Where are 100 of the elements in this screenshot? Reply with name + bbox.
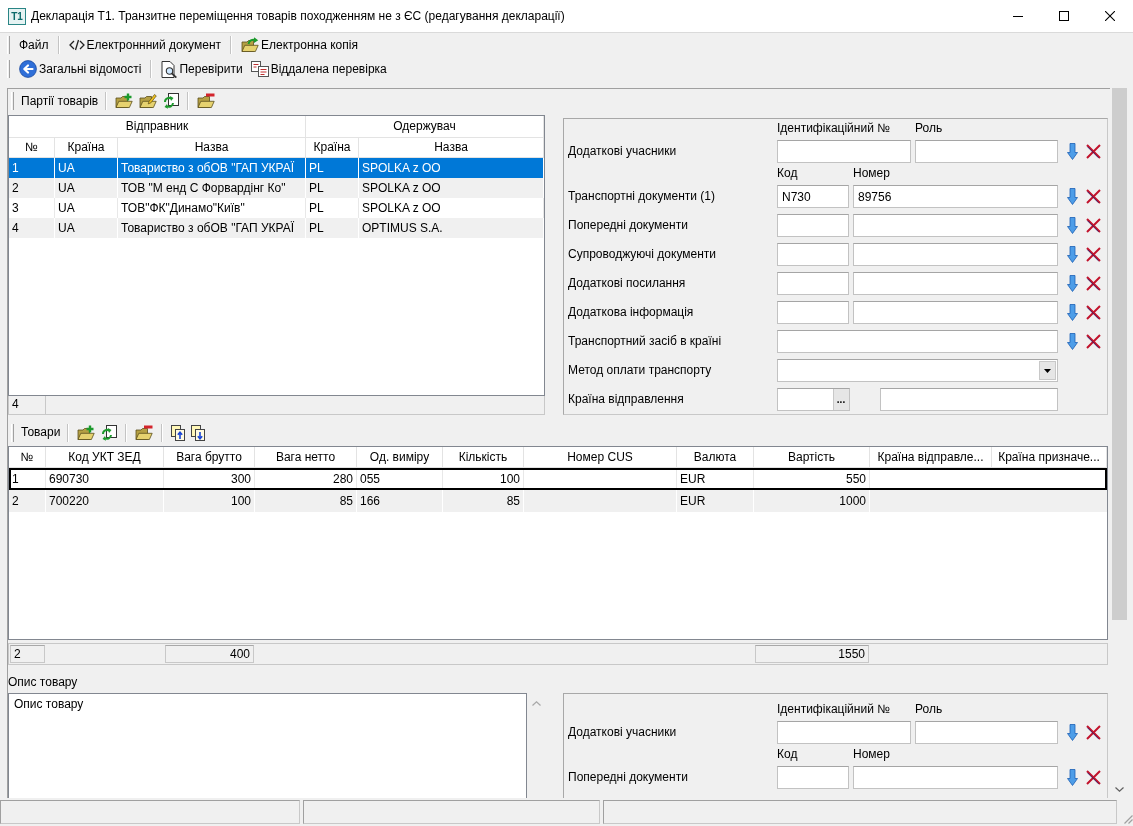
caret-icon[interactable]	[1039, 361, 1056, 380]
folder-minus-icon	[197, 93, 216, 109]
input-field[interactable]	[853, 243, 1058, 266]
table-cell: UA	[55, 178, 118, 198]
document-arrows-icon	[163, 93, 180, 109]
table-cell: 4	[9, 218, 55, 238]
scrollbar-thumb[interactable]	[1112, 88, 1127, 620]
section-title: Товари	[20, 425, 62, 440]
column-header[interactable]: Валюта	[677, 447, 754, 467]
cross-icon[interactable]	[1086, 334, 1101, 349]
down-arrow-icon[interactable]	[1067, 275, 1078, 292]
down-arrow-icon[interactable]	[1067, 188, 1078, 205]
down-arrow-icon[interactable]	[1067, 769, 1078, 786]
chevron-down-icon[interactable]	[1115, 787, 1124, 792]
menu-item[interactable]: Електронна копія	[237, 35, 362, 55]
input-field[interactable]	[777, 243, 849, 266]
column-header[interactable]: №	[9, 138, 55, 157]
column-header[interactable]: Назва	[359, 138, 544, 157]
total-field: 1550	[755, 645, 869, 663]
table-cell: 2	[9, 490, 46, 512]
field-label: Додаткові учасники	[568, 725, 678, 740]
field-label: Країна відправлення	[568, 392, 685, 407]
folder-minus-icon	[135, 424, 154, 441]
column-label: Ідентифікаційний №	[777, 121, 892, 137]
input-field[interactable]	[915, 721, 1058, 744]
column-header[interactable]: Країна призначе...	[992, 447, 1107, 467]
input-field[interactable]	[880, 388, 1058, 411]
down-arrow-icon[interactable]	[1067, 217, 1078, 234]
column-header[interactable]: Вага нетто	[255, 447, 357, 467]
table-row[interactable]: 1 690730 300 280 055 100 EUR 550	[9, 468, 1107, 490]
toolbar-button[interactable]: Перевірити	[157, 58, 247, 80]
column-header[interactable]: Країна	[55, 138, 118, 157]
field-label: Опис товару	[8, 675, 78, 690]
down-arrow-icon[interactable]	[1067, 304, 1078, 321]
column-header[interactable]: Номер CUS	[524, 447, 677, 467]
text-area[interactable]: Опис товару	[8, 693, 527, 798]
column-header[interactable]: Од. виміру	[357, 447, 443, 467]
down-arrow-icon[interactable]	[1067, 143, 1078, 160]
table-cell: PL	[306, 218, 359, 238]
table-row[interactable]: 2 700220 100 85 166 85 EUR 1000	[9, 490, 1107, 512]
app-logo: T1	[8, 7, 26, 25]
documents-icon	[250, 61, 269, 77]
total-field: 400	[165, 645, 254, 663]
minimize-icon	[1013, 15, 1023, 17]
input-field[interactable]	[777, 272, 849, 295]
window-title: Декларація T1. Транзитне переміщення товарів походженням не з ЄС (редагування декларації)	[31, 8, 565, 24]
input-field[interactable]	[853, 272, 1058, 295]
input-field[interactable]: N730	[777, 185, 849, 208]
input-field[interactable]	[853, 301, 1058, 324]
column-label: Ідентифікаційний №	[777, 702, 892, 718]
toolbar-button[interactable]: Загальні відомості	[15, 58, 146, 80]
column-label: Роль	[915, 702, 944, 718]
column-header[interactable]: Кількість	[443, 447, 524, 467]
input-field[interactable]	[777, 214, 849, 237]
table-row[interactable]: 4 UA Товариство з обОВ "ГАП УКРАЇ PL OPTIMUS S.A.	[9, 218, 544, 238]
document-arrows-icon	[101, 424, 118, 441]
menu-item[interactable]: Файл	[15, 35, 53, 55]
cross-icon[interactable]	[1086, 305, 1101, 320]
field-label: Додаткові учасники	[568, 144, 678, 159]
column-header[interactable]: Назва	[118, 138, 306, 157]
column-label: Код	[777, 166, 799, 182]
input-field[interactable]	[915, 140, 1058, 163]
folder-arrow-icon	[241, 37, 260, 53]
input-field[interactable]	[777, 301, 849, 324]
row-count: 4	[9, 396, 46, 414]
field-label: Попередні документи	[568, 218, 689, 233]
table-cell: 85	[255, 490, 357, 512]
input-field[interactable]	[853, 214, 1058, 237]
field-label: Метод оплати транспорту	[568, 363, 713, 378]
cross-icon[interactable]	[1086, 247, 1101, 262]
cross-icon[interactable]	[1086, 276, 1101, 291]
menu-item[interactable]: Електроннний документ	[64, 35, 226, 55]
column-label: Номер	[853, 747, 891, 763]
input-field[interactable]: 89756	[853, 185, 1058, 208]
cross-icon[interactable]	[1086, 144, 1101, 159]
column-label: Номер	[853, 166, 891, 182]
down-arrow-icon[interactable]	[1067, 333, 1078, 350]
down-arrow-icon[interactable]	[1067, 246, 1078, 263]
cross-icon[interactable]	[1086, 218, 1101, 233]
total-field: 2	[10, 645, 45, 663]
input-field[interactable]	[777, 766, 849, 789]
down-arrow-icon[interactable]	[1067, 724, 1078, 741]
cross-icon[interactable]	[1086, 725, 1101, 740]
table-row[interactable]: 2 UA ТОВ "М енд С Форвардінг Ко" PL SPOLKA z OO	[9, 178, 544, 198]
cross-icon[interactable]	[1086, 770, 1101, 785]
cross-icon[interactable]	[1086, 189, 1101, 204]
column-header[interactable]: Код УКТ ЗЕД	[46, 447, 164, 467]
column-header[interactable]: Вартість	[754, 447, 870, 467]
toolbar-button[interactable]: Віддалена перевірка	[246, 59, 391, 79]
input-field[interactable]	[777, 721, 911, 744]
select-field[interactable]	[777, 359, 1058, 382]
input-field[interactable]	[777, 330, 1058, 353]
input-field[interactable]	[853, 766, 1058, 789]
input-field[interactable]	[777, 140, 911, 163]
column-header[interactable]: Країна	[306, 138, 359, 157]
column-header[interactable]: Вага брутто	[164, 447, 255, 467]
resize-grip-icon[interactable]	[1122, 813, 1133, 824]
table-row[interactable]: 1 UA Товариство з обОВ "ГАП УКРАЇ PL SPOLKA z OO	[9, 158, 544, 178]
column-header[interactable]: №	[9, 447, 46, 467]
table-cell: 166	[357, 490, 443, 512]
